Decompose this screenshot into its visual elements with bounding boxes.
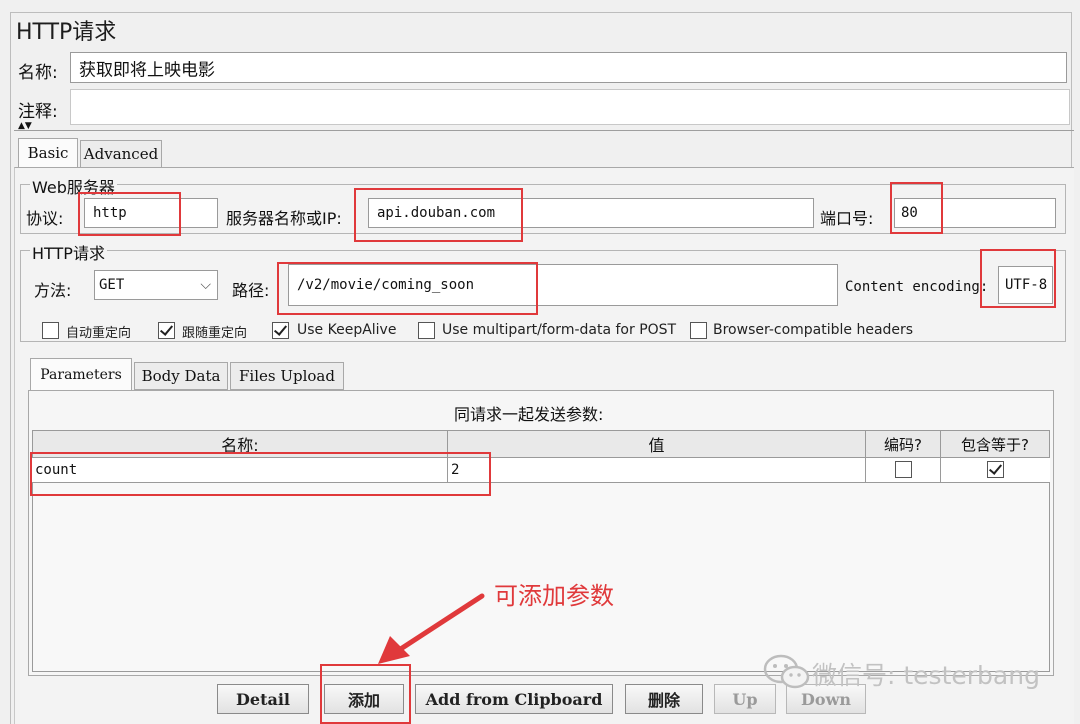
column-header-value[interactable]: 值 bbox=[447, 430, 866, 458]
web-server-legend: Web服务器 bbox=[30, 174, 117, 198]
comment-label: 注释: bbox=[18, 102, 58, 122]
keepalive-checkbox[interactable] bbox=[272, 322, 289, 339]
watermark-text: 微信号: testerbang bbox=[812, 661, 1040, 690]
column-header-include-equals-text: 包含等于? bbox=[961, 435, 1029, 454]
column-header-name-text: 名称: bbox=[221, 436, 259, 455]
port-label: 端口号: bbox=[820, 209, 874, 228]
annotation-arrow-icon bbox=[378, 593, 485, 664]
path-input[interactable]: /v2/movie/coming_soon bbox=[288, 264, 838, 306]
column-header-include-equals[interactable]: 包含等于? bbox=[940, 430, 1050, 458]
splitter-line bbox=[14, 130, 1074, 131]
server-input[interactable]: api.douban.com bbox=[368, 198, 814, 228]
follow-redirect-checkbox[interactable] bbox=[158, 322, 175, 339]
encoding-label: Content encoding: bbox=[845, 279, 989, 295]
encoding-input[interactable]: UTF-8 bbox=[998, 266, 1053, 304]
wechat-icon bbox=[763, 654, 810, 689]
protocol-input[interactable]: http bbox=[84, 198, 218, 228]
annotation-text: 可添加参数 bbox=[494, 582, 614, 610]
protocol-label: 协议: bbox=[26, 209, 64, 228]
column-header-encode[interactable]: 编码? bbox=[865, 430, 941, 458]
method-value: GET bbox=[99, 277, 125, 293]
browser-headers-checkbox[interactable] bbox=[690, 322, 707, 339]
encoding-value: UTF-8 bbox=[1005, 277, 1048, 293]
tab-basic[interactable]: Basic bbox=[18, 138, 78, 167]
name-value: 获取即将上映电影 bbox=[79, 60, 215, 80]
add-button[interactable]: 添加 bbox=[324, 684, 404, 714]
http-request-legend: HTTP请求 bbox=[30, 240, 107, 264]
param-encode-checkbox[interactable] bbox=[895, 461, 912, 478]
method-select[interactable]: GET ⌵ bbox=[94, 270, 218, 300]
auto-redirect-label: 自动重定向 bbox=[66, 326, 132, 341]
param-name-cell[interactable]: count bbox=[32, 458, 448, 483]
chevron-down-icon: ⌵ bbox=[200, 277, 211, 293]
path-label: 路径: bbox=[232, 281, 270, 300]
tab-parameters[interactable]: Parameters bbox=[30, 358, 132, 390]
port-value: 80 bbox=[901, 205, 918, 221]
follow-redirect-label: 跟随重定向 bbox=[182, 326, 248, 341]
name-label: 名称: bbox=[18, 63, 58, 83]
server-label: 服务器名称或IP: bbox=[226, 209, 342, 228]
param-value-value: 2 bbox=[451, 462, 460, 478]
tab-body-data[interactable]: Body Data bbox=[134, 362, 228, 390]
tab-files-upload[interactable]: Files Upload bbox=[230, 362, 344, 390]
column-header-name[interactable]: 名称: bbox=[32, 430, 448, 458]
auto-redirect-checkbox[interactable] bbox=[42, 322, 59, 339]
delete-button[interactable]: 删除 bbox=[625, 684, 703, 714]
detail-button[interactable]: Detail bbox=[217, 684, 309, 714]
column-header-encode-text: 编码? bbox=[884, 435, 922, 454]
panel-title: HTTP请求 bbox=[16, 20, 117, 45]
protocol-value: http bbox=[93, 205, 127, 221]
server-value: api.douban.com bbox=[377, 205, 496, 221]
path-value: /v2/movie/coming_soon bbox=[297, 277, 475, 293]
port-input[interactable]: 80 bbox=[894, 198, 1056, 228]
param-include-equals-checkbox[interactable] bbox=[987, 461, 1004, 478]
tab-advanced[interactable]: Advanced bbox=[80, 140, 162, 168]
column-header-value-text: 值 bbox=[648, 436, 665, 455]
keepalive-label: Use KeepAlive bbox=[297, 322, 397, 338]
multipart-checkbox[interactable] bbox=[418, 322, 435, 339]
param-value-cell[interactable]: 2 bbox=[448, 458, 866, 483]
comment-field[interactable] bbox=[70, 89, 1070, 125]
param-name-value: count bbox=[35, 462, 78, 478]
add-from-clipboard-button[interactable]: Add from Clipboard bbox=[415, 684, 613, 714]
name-field[interactable]: 获取即将上映电影 bbox=[70, 52, 1067, 83]
multipart-label: Use multipart/form-data for POST bbox=[442, 322, 677, 338]
browser-headers-label: Browser-compatible headers bbox=[713, 322, 914, 338]
method-label: 方法: bbox=[34, 281, 72, 300]
params-caption: 同请求一起发送参数: bbox=[454, 405, 604, 424]
